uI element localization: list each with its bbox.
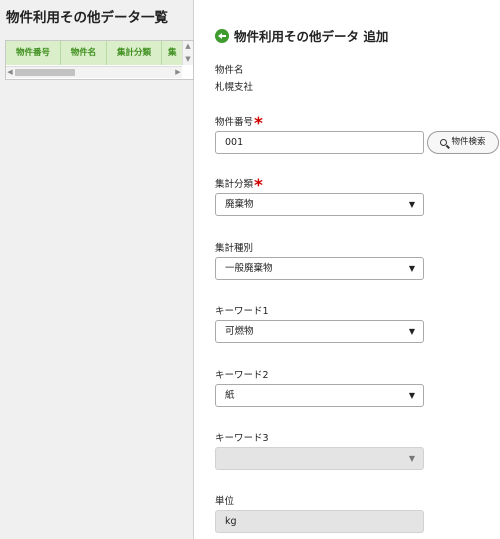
scroll-down-icon[interactable]: ▼ [184, 55, 192, 63]
property-name-value: 札幌支社 [215, 82, 254, 93]
property-no-label-text: 物件番号 [215, 117, 254, 128]
type-label: 集計種別 [215, 243, 254, 254]
column-header-property-no[interactable]: 物件番号 [6, 41, 61, 65]
keyword3-label: キーワード3 [215, 433, 269, 444]
property-no-label: 物件番号* [215, 110, 263, 134]
category-select[interactable]: 廃棄物 ▼ [215, 193, 424, 216]
form-title: 物件利用その他データ 追加 [234, 29, 389, 44]
keyword3-select: ▼ [215, 447, 424, 470]
scroll-up-icon[interactable]: ▲ [184, 42, 192, 50]
keyword1-value: 可燃物 [225, 326, 254, 337]
column-header-property-name[interactable]: 物件名 [61, 41, 107, 65]
scroll-right-icon[interactable]: ▶ [174, 67, 182, 78]
horizontal-scrollbar[interactable]: ◀ ▶ [6, 66, 182, 78]
scroll-left-icon[interactable]: ◀ [6, 67, 14, 78]
form-header: 物件利用その他データ 追加 [215, 26, 388, 45]
keyword1-label: キーワード1 [215, 306, 269, 317]
property-search-button[interactable]: 物件検索 [427, 131, 499, 154]
list-pane: 物件利用その他データ一覧 物件番号 物件名 集計分類 集 ▲ ▼ ◀ ▶ [0, 0, 194, 539]
type-select[interactable]: 一般廃棄物 ▼ [215, 257, 424, 280]
keyword1-select[interactable]: 可燃物 ▼ [215, 320, 424, 343]
arrow-left-circle-icon[interactable] [215, 28, 229, 43]
unit-label: 単位 [215, 496, 235, 507]
property-no-value: 001 [225, 137, 244, 148]
caret-down-icon: ▼ [408, 200, 415, 209]
unit-field: kg [215, 510, 424, 533]
scrollbar-thumb[interactable] [15, 69, 75, 76]
type-value: 一般廃棄物 [225, 263, 273, 274]
keyword2-label: キーワード2 [215, 370, 269, 381]
category-value: 廃棄物 [225, 199, 254, 210]
column-header-category[interactable]: 集計分類 [107, 41, 162, 65]
caret-down-icon: ▼ [408, 454, 415, 463]
category-label: 集計分類* [215, 172, 263, 196]
property-no-input[interactable]: 001 [215, 131, 424, 154]
list-title: 物件利用その他データ一覧 [6, 10, 168, 26]
keyword2-select[interactable]: 紙 ▼ [215, 384, 424, 407]
column-header-partial[interactable]: 集 [162, 41, 182, 65]
caret-down-icon: ▼ [408, 327, 415, 336]
property-name-label: 物件名 [215, 65, 244, 76]
search-icon [440, 139, 448, 146]
unit-value: kg [225, 516, 237, 527]
category-label-text: 集計分類 [215, 179, 254, 190]
vertical-scrollbar[interactable]: ▲ ▼ [182, 41, 193, 65]
grid-header: 物件番号 物件名 集計分類 集 [6, 41, 182, 65]
data-grid: 物件番号 物件名 集計分類 集 ▲ ▼ ◀ ▶ [5, 40, 194, 80]
keyword2-value: 紙 [225, 390, 235, 401]
caret-down-icon: ▼ [408, 264, 415, 273]
property-search-label: 物件検索 [451, 137, 486, 147]
caret-down-icon: ▼ [408, 391, 415, 400]
